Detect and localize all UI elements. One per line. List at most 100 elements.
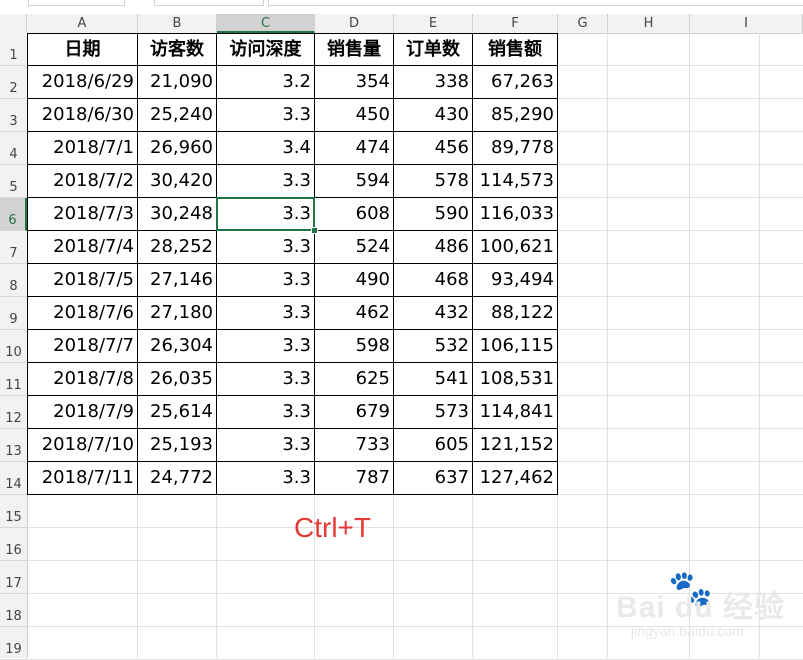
table-cell[interactable]: 106,115 — [473, 330, 558, 363]
table-cell[interactable]: 3.2 — [217, 66, 315, 99]
table-cell[interactable]: 3.3 — [217, 462, 315, 495]
table-cell[interactable]: 25,614 — [138, 396, 217, 429]
row-header-3[interactable]: 3 — [0, 99, 27, 132]
table-header-cell[interactable]: 日期 — [27, 33, 138, 66]
row-header-14[interactable]: 14 — [0, 462, 27, 495]
table-cell[interactable]: 2018/6/29 — [27, 66, 138, 99]
row-header-7[interactable]: 7 — [0, 231, 27, 264]
row-header-17[interactable]: 17 — [0, 561, 27, 594]
table-cell[interactable]: 3.3 — [217, 231, 315, 264]
table-cell[interactable]: 25,240 — [138, 99, 217, 132]
table-cell[interactable]: 679 — [315, 396, 394, 429]
column-header-i[interactable]: I — [690, 14, 803, 33]
table-cell[interactable]: 30,420 — [138, 165, 217, 198]
table-cell[interactable]: 354 — [315, 66, 394, 99]
table-cell[interactable]: 468 — [394, 264, 473, 297]
table-cell[interactable]: 116,033 — [473, 198, 558, 231]
table-cell[interactable]: 25,193 — [138, 429, 217, 462]
table-cell[interactable]: 3.3 — [217, 330, 315, 363]
table-cell[interactable]: 114,841 — [473, 396, 558, 429]
formula-bar[interactable] — [154, 0, 264, 6]
table-cell[interactable]: 2018/7/2 — [27, 165, 138, 198]
table-cell[interactable]: 85,290 — [473, 99, 558, 132]
table-cell[interactable]: 486 — [394, 231, 473, 264]
table-cell[interactable]: 3.3 — [217, 264, 315, 297]
table-cell[interactable]: 3.3 — [217, 165, 315, 198]
table-header-cell[interactable]: 订单数 — [394, 33, 473, 66]
column-header-d[interactable]: D — [315, 14, 394, 33]
table-cell[interactable]: 26,960 — [138, 132, 217, 165]
row-header-6[interactable]: 6 — [0, 198, 27, 231]
row-header-13[interactable]: 13 — [0, 429, 27, 462]
table-cell[interactable]: 2018/7/10 — [27, 429, 138, 462]
table-cell[interactable]: 108,531 — [473, 363, 558, 396]
table-cell[interactable]: 2018/7/8 — [27, 363, 138, 396]
table-cell[interactable]: 532 — [394, 330, 473, 363]
table-cell[interactable]: 93,494 — [473, 264, 558, 297]
row-header-12[interactable]: 12 — [0, 396, 27, 429]
table-cell[interactable]: 450 — [315, 99, 394, 132]
table-cell[interactable]: 2018/7/4 — [27, 231, 138, 264]
row-header-2[interactable]: 2 — [0, 66, 27, 99]
active-cell-selection[interactable] — [216, 197, 315, 231]
table-cell[interactable]: 598 — [315, 330, 394, 363]
table-cell[interactable]: 26,304 — [138, 330, 217, 363]
table-cell[interactable]: 605 — [394, 429, 473, 462]
table-cell[interactable]: 578 — [394, 165, 473, 198]
table-cell[interactable]: 2018/7/1 — [27, 132, 138, 165]
column-header-h[interactable]: H — [608, 14, 690, 33]
table-cell[interactable]: 490 — [315, 264, 394, 297]
table-cell[interactable]: 27,146 — [138, 264, 217, 297]
table-cell[interactable]: 430 — [394, 99, 473, 132]
table-cell[interactable]: 456 — [394, 132, 473, 165]
table-cell[interactable]: 127,462 — [473, 462, 558, 495]
table-cell[interactable]: 26,035 — [138, 363, 217, 396]
table-cell[interactable]: 608 — [315, 198, 394, 231]
row-header-18[interactable]: 18 — [0, 594, 27, 627]
row-header-11[interactable]: 11 — [0, 363, 27, 396]
table-cell[interactable]: 24,772 — [138, 462, 217, 495]
table-header-cell[interactable]: 销售额 — [473, 33, 558, 66]
row-header-5[interactable]: 5 — [0, 165, 27, 198]
table-cell[interactable]: 733 — [315, 429, 394, 462]
table-cell[interactable]: 2018/7/11 — [27, 462, 138, 495]
row-header-9[interactable]: 9 — [0, 297, 27, 330]
table-header-cell[interactable]: 销售量 — [315, 33, 394, 66]
table-cell[interactable]: 67,263 — [473, 66, 558, 99]
table-cell[interactable]: 432 — [394, 297, 473, 330]
table-cell[interactable]: 2018/7/5 — [27, 264, 138, 297]
table-cell[interactable]: 3.3 — [217, 297, 315, 330]
table-cell[interactable]: 28,252 — [138, 231, 217, 264]
table-header-cell[interactable]: 访客数 — [138, 33, 217, 66]
table-cell[interactable]: 637 — [394, 462, 473, 495]
select-all-corner[interactable] — [0, 14, 27, 33]
name-box[interactable] — [28, 0, 125, 6]
row-header-16[interactable]: 16 — [0, 528, 27, 561]
table-cell[interactable]: 3.3 — [217, 99, 315, 132]
row-header-19[interactable]: 19 — [0, 627, 27, 660]
table-cell[interactable]: 2018/7/3 — [27, 198, 138, 231]
table-cell[interactable]: 88,122 — [473, 297, 558, 330]
table-cell[interactable]: 590 — [394, 198, 473, 231]
table-cell[interactable]: 114,573 — [473, 165, 558, 198]
table-cell[interactable]: 27,180 — [138, 297, 217, 330]
table-cell[interactable]: 524 — [315, 231, 394, 264]
table-cell[interactable]: 2018/7/9 — [27, 396, 138, 429]
table-cell[interactable]: 474 — [315, 132, 394, 165]
table-cell[interactable]: 2018/7/6 — [27, 297, 138, 330]
table-header-cell[interactable]: 访问深度 — [217, 33, 315, 66]
row-header-8[interactable]: 8 — [0, 264, 27, 297]
table-cell[interactable]: 2018/6/30 — [27, 99, 138, 132]
table-cell[interactable]: 30,248 — [138, 198, 217, 231]
table-cell[interactable]: 3.3 — [217, 429, 315, 462]
table-cell[interactable]: 3.3 — [217, 363, 315, 396]
table-cell[interactable]: 338 — [394, 66, 473, 99]
table-cell[interactable]: 2018/7/7 — [27, 330, 138, 363]
row-header-15[interactable]: 15 — [0, 495, 27, 528]
table-cell[interactable]: 462 — [315, 297, 394, 330]
table-cell[interactable]: 541 — [394, 363, 473, 396]
column-header-c[interactable]: C — [217, 14, 315, 33]
row-header-1[interactable]: 1 — [0, 33, 27, 66]
table-cell[interactable]: 787 — [315, 462, 394, 495]
table-cell[interactable]: 100,621 — [473, 231, 558, 264]
